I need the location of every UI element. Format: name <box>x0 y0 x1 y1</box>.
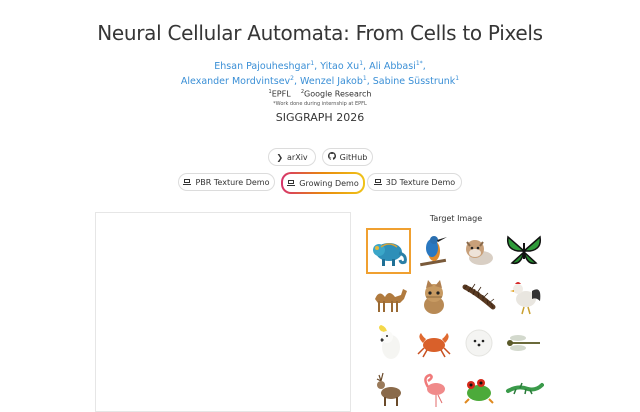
target-cockatoo[interactable] <box>366 320 411 366</box>
arxiv-button[interactable]: ❯ arXiv <box>268 148 316 166</box>
affiliations: 1EPFL 2Google Research <box>0 89 640 99</box>
target-dragonfly[interactable] <box>501 320 546 366</box>
target-pomeranian[interactable] <box>456 320 501 366</box>
author-sup: 2 <box>290 75 294 82</box>
centipede-icon <box>462 283 495 310</box>
target-kitten[interactable] <box>411 274 456 320</box>
simulation-canvas[interactable] <box>95 212 351 412</box>
tree-frog-icon <box>463 379 494 404</box>
dragonfly-icon <box>506 335 540 351</box>
arxiv-icon: ❯ <box>276 152 284 162</box>
chameleon-icon <box>372 243 407 266</box>
lizard-icon <box>505 382 544 395</box>
author-sup: 1 <box>362 75 367 82</box>
target-image-grid <box>366 228 546 412</box>
author-link[interactable]: Yitao Xu <box>320 61 359 72</box>
3d-texture-demo-button[interactable]: 3D Texture Demo <box>367 173 462 191</box>
target-lizard[interactable] <box>501 366 546 412</box>
growing-demo-label: Growing Demo <box>299 178 359 188</box>
rooster-icon <box>509 282 540 315</box>
reindeer-icon <box>376 372 401 406</box>
3d-demo-label: 3D Texture Demo <box>385 177 456 187</box>
butterfly-icon <box>506 235 541 265</box>
author-link[interactable]: Alexander Mordvintsev <box>181 76 290 87</box>
author-link[interactable]: Sabine Süsstrunk <box>373 76 456 87</box>
target-centipede[interactable] <box>456 274 501 320</box>
kingfisher-icon <box>419 236 447 267</box>
laptop-icon <box>287 180 296 186</box>
affil-name: Google Research <box>304 89 372 99</box>
internship-note: *Work done during internship at EPFL <box>273 101 367 107</box>
arxiv-label: arXiv <box>287 152 308 162</box>
crab-icon <box>416 333 451 358</box>
growing-demo-button[interactable]: Growing Demo <box>281 172 365 194</box>
author-sup: 1 <box>359 60 364 67</box>
flamingo-icon <box>423 373 445 407</box>
target-rooster[interactable] <box>501 274 546 320</box>
target-butterfly[interactable] <box>501 228 546 274</box>
target-chameleon[interactable] <box>366 228 411 274</box>
bulldog-icon <box>465 240 493 265</box>
target-kingfisher[interactable] <box>411 228 456 274</box>
venue: SIGGRAPH 2026 <box>275 111 365 124</box>
target-flamingo[interactable] <box>411 366 456 412</box>
target-crab[interactable] <box>411 320 456 366</box>
target-bulldog[interactable] <box>456 228 501 274</box>
target-tree-frog[interactable] <box>456 366 501 412</box>
authors-line-1: Ehsan Pajouheshgar1, Yitao Xu1, Ali Abba… <box>214 60 426 73</box>
cockatoo-icon <box>378 325 400 359</box>
github-icon <box>327 152 336 162</box>
github-button[interactable]: GitHub <box>322 148 373 166</box>
authors-line-2: Alexander Mordvintsev2, Wenzel Jakob1, S… <box>180 75 460 88</box>
author-link[interactable]: Wenzel Jakob <box>300 76 363 87</box>
target-camel[interactable] <box>366 274 411 320</box>
author-sup: 1 <box>310 60 315 67</box>
author-link[interactable]: Ehsan Pajouheshgar <box>214 61 310 72</box>
pbr-texture-demo-button[interactable]: PBR Texture Demo <box>178 173 275 191</box>
camel-icon <box>374 289 407 312</box>
page-title: Neural Cellular Automata: From Cells to … <box>97 21 543 45</box>
target-reindeer[interactable] <box>366 366 411 412</box>
author-link[interactable]: Ali Abbasi <box>369 61 416 72</box>
pomeranian-icon <box>465 329 492 357</box>
author-sup: 1 <box>455 75 460 82</box>
kitten-icon <box>423 280 444 314</box>
laptop-icon <box>183 179 192 185</box>
affil-name: EPFL <box>271 89 291 99</box>
github-label: GitHub <box>339 152 368 162</box>
author-sup: 1* <box>415 60 423 67</box>
laptop-icon <box>373 179 382 185</box>
target-image-title: Target Image <box>429 214 483 223</box>
pbr-demo-label: PBR Texture Demo <box>195 177 270 187</box>
